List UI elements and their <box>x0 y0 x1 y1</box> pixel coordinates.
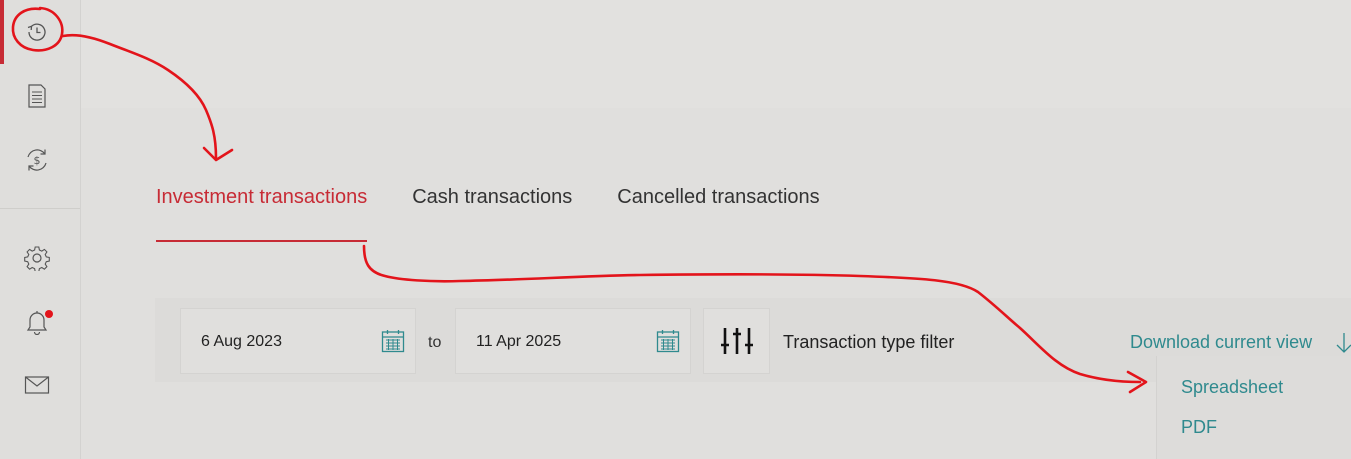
calendar-icon[interactable] <box>656 329 680 353</box>
history-icon <box>27 23 46 41</box>
mail-icon <box>24 376 50 394</box>
to-date-field[interactable]: 11 Apr 2025 <box>455 308 691 374</box>
date-range-separator: to <box>428 334 442 351</box>
sidebar-item-messages[interactable] <box>18 366 56 404</box>
sidebar-item-cash[interactable]: $ <box>18 141 56 179</box>
from-date-value: 6 Aug 2023 <box>201 333 282 350</box>
arrow-down-icon[interactable] <box>1333 332 1351 354</box>
tab-cancelled-transactions[interactable]: Cancelled transactions <box>617 186 819 242</box>
transaction-type-filter-button[interactable] <box>703 308 770 374</box>
tab-investment-transactions[interactable]: Investment transactions <box>156 186 368 242</box>
sidebar-item-notifications[interactable] <box>18 303 56 341</box>
sidebar-item-history[interactable] <box>18 13 56 51</box>
sidebar-item-documents[interactable] <box>18 77 56 115</box>
to-date-value: 11 Apr 2025 <box>476 333 562 350</box>
tab-cash-transactions[interactable]: Cash transactions <box>412 186 572 242</box>
transaction-tabs: Investment transactions Cash transaction… <box>156 186 865 242</box>
gear-icon <box>24 246 50 271</box>
download-option-pdf[interactable]: PDF <box>1181 417 1217 438</box>
page-header-area <box>81 0 1351 108</box>
download-menu: Spreadsheet PDF <box>1156 356 1351 459</box>
notification-badge <box>45 310 53 318</box>
sidebar-nav: $ <box>0 0 81 459</box>
download-current-view-button[interactable]: Download current view <box>1130 332 1312 353</box>
from-date-field[interactable]: 6 Aug 2023 <box>180 308 416 374</box>
download-option-spreadsheet[interactable]: Spreadsheet <box>1181 377 1283 398</box>
document-icon <box>28 84 46 108</box>
transaction-type-filter-label[interactable]: Transaction type filter <box>783 332 954 353</box>
active-indicator <box>0 0 4 64</box>
cash-exchange-icon: $ <box>27 149 47 171</box>
calendar-icon[interactable] <box>381 329 405 353</box>
sidebar-divider <box>0 208 80 209</box>
svg-text:$: $ <box>34 154 41 167</box>
sidebar-item-settings[interactable] <box>18 239 56 277</box>
annotation-arrowhead <box>202 146 234 162</box>
sliders-icon <box>720 328 753 354</box>
